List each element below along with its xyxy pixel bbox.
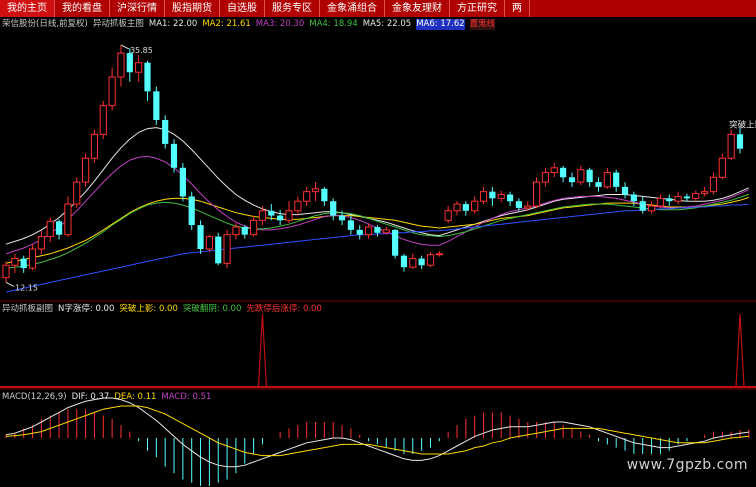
low-pointer bbox=[5, 281, 15, 287]
candle-body-up bbox=[435, 253, 443, 256]
candle-body-up bbox=[90, 133, 99, 159]
candle-body-down bbox=[215, 236, 222, 264]
candle-body-down bbox=[613, 172, 620, 187]
candle-body-down bbox=[683, 196, 691, 199]
candle-body-down bbox=[356, 229, 363, 235]
candle-body-up bbox=[64, 203, 72, 236]
chart-stage[interactable]: 35.85 12.15 突破上影 bbox=[0, 0, 756, 487]
candle-body-up bbox=[294, 200, 302, 212]
low-price-label: 12.15 bbox=[15, 283, 38, 292]
candle-body-down bbox=[338, 215, 346, 221]
candle-body-up bbox=[647, 205, 656, 212]
candle-body-up bbox=[409, 258, 417, 268]
candle-body-up bbox=[2, 264, 10, 279]
candle-body-down bbox=[330, 201, 337, 216]
candle-body-down bbox=[144, 62, 151, 92]
candle-body-down bbox=[277, 215, 284, 221]
signal-spike bbox=[257, 313, 268, 388]
candle-body-down bbox=[568, 177, 576, 183]
candle-body-up bbox=[718, 157, 726, 178]
candle-body-down bbox=[188, 196, 195, 226]
candle-body-up bbox=[11, 258, 19, 266]
candle-body-down bbox=[55, 221, 63, 235]
candle-body-up bbox=[81, 157, 90, 183]
candle-body-up bbox=[311, 188, 320, 193]
candle-body-up bbox=[674, 195, 682, 202]
candle-body-up bbox=[656, 197, 665, 207]
high-price-label: 35.85 bbox=[130, 46, 153, 55]
candle-body-up bbox=[550, 167, 558, 174]
candle-body-up bbox=[117, 52, 125, 78]
macd-dea-line bbox=[5, 405, 749, 457]
candle-body-up bbox=[223, 234, 231, 264]
ma-line-magenta bbox=[5, 155, 749, 255]
candle-body-down bbox=[241, 227, 248, 235]
candle-body-up bbox=[444, 210, 452, 221]
candle-body-down bbox=[418, 258, 425, 266]
candle-body-down bbox=[20, 258, 27, 269]
candle-body-down bbox=[268, 210, 275, 216]
candle-body-up bbox=[382, 229, 390, 234]
candle-body-down bbox=[630, 194, 637, 202]
candle-body-down bbox=[197, 225, 204, 249]
candle-body-down bbox=[595, 182, 602, 187]
candle-body-up bbox=[46, 220, 54, 238]
ma-line-blue bbox=[5, 203, 749, 293]
candle-body-up bbox=[205, 236, 213, 250]
candle-body-up bbox=[533, 181, 541, 207]
candle-body-up bbox=[701, 191, 709, 195]
candle-body-down bbox=[639, 201, 646, 211]
candle-body-down bbox=[392, 229, 399, 256]
candle-body-up bbox=[285, 210, 293, 221]
candle-body-down bbox=[153, 91, 160, 120]
candle-body-up bbox=[453, 203, 461, 212]
candle-body-down bbox=[586, 169, 593, 183]
candle-body-down bbox=[179, 167, 186, 197]
candle-body-down bbox=[162, 120, 169, 144]
candle-body-up bbox=[250, 219, 258, 236]
candle-body-up bbox=[426, 254, 435, 266]
candle-body-down bbox=[374, 227, 381, 233]
candle-body-up bbox=[541, 172, 550, 183]
candle-body-down bbox=[489, 191, 496, 199]
signal-spike bbox=[735, 313, 745, 388]
candle-body-up bbox=[577, 169, 585, 183]
candle-body-up bbox=[28, 248, 37, 269]
watermark-text: www.7gpzb.com bbox=[626, 457, 748, 473]
break-shadow-label: 突破上影 bbox=[729, 120, 756, 131]
candle-body-up bbox=[497, 194, 505, 199]
candle-body-up bbox=[709, 176, 718, 193]
candle-body-down bbox=[347, 220, 354, 230]
candle-body-down bbox=[506, 194, 514, 202]
candle-body-up bbox=[303, 191, 311, 202]
candle-body-down bbox=[621, 186, 629, 195]
candle-body-up bbox=[99, 105, 107, 135]
candle-body-down bbox=[560, 167, 567, 178]
candle-body-down bbox=[462, 204, 469, 211]
candle-body-up bbox=[479, 191, 488, 202]
candle-body-down bbox=[321, 188, 328, 202]
candle-body-up bbox=[727, 133, 735, 159]
candle-body-up bbox=[108, 76, 116, 107]
candle-body-down bbox=[666, 198, 673, 202]
candle-body-up bbox=[258, 210, 267, 221]
candle-body-down bbox=[400, 255, 408, 268]
candle-body-up bbox=[37, 236, 45, 250]
candle-body-up bbox=[524, 205, 532, 209]
candle-body-down bbox=[126, 53, 133, 73]
candle-body-down bbox=[170, 143, 178, 168]
candle-body-up bbox=[603, 172, 611, 188]
candle-body-up bbox=[135, 62, 143, 73]
candle-body-up bbox=[692, 193, 700, 199]
candle-body-up bbox=[364, 226, 373, 236]
candle-body-down bbox=[736, 134, 744, 149]
high-pointer bbox=[120, 44, 130, 50]
candle-body-down bbox=[515, 201, 523, 208]
candle-body-up bbox=[232, 226, 240, 236]
candle-body-up bbox=[73, 181, 81, 205]
candle-body-up bbox=[471, 200, 479, 212]
